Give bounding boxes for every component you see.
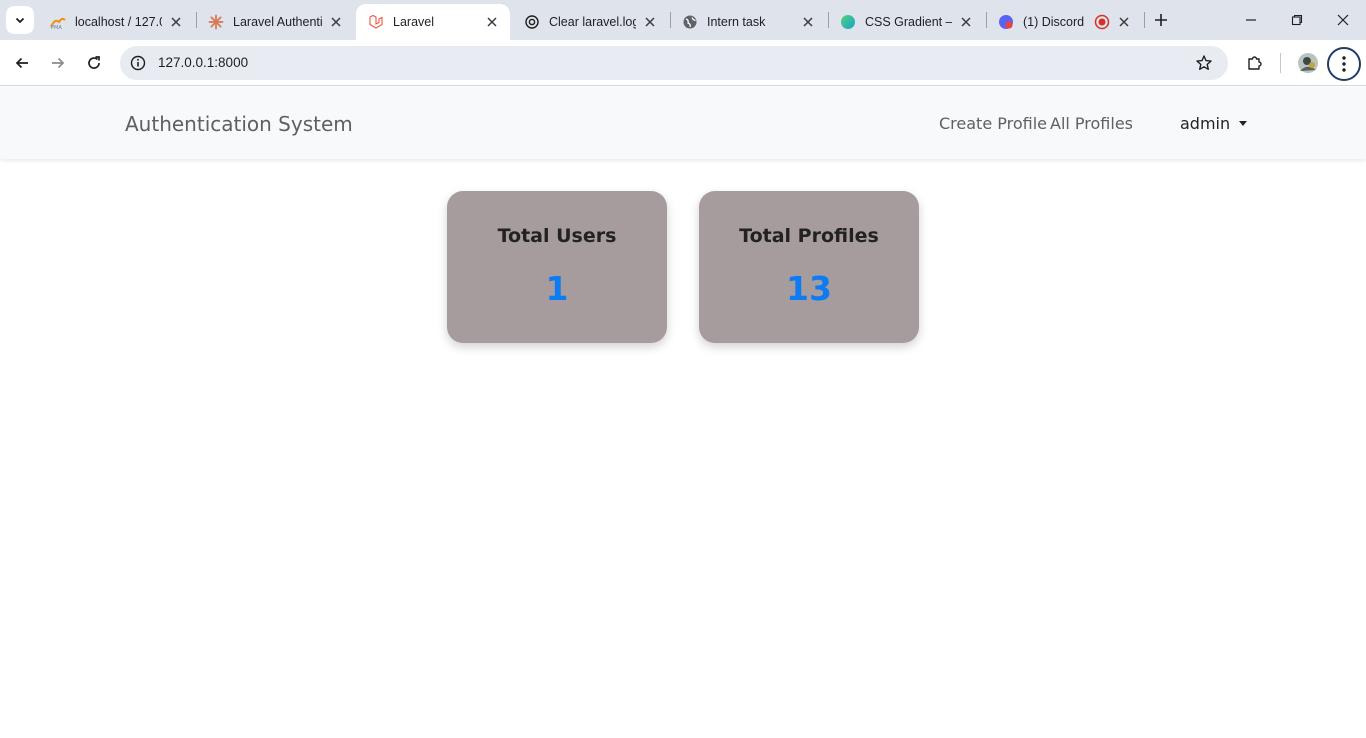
profile-avatar[interactable] — [1294, 49, 1322, 77]
tab-css-gradient[interactable]: CSS Gradient – C — [828, 4, 984, 40]
tab-discord[interactable]: (1) Discord | — [986, 4, 1142, 40]
reload-button[interactable] — [80, 49, 108, 77]
tab-laravel-auth[interactable]: Laravel Authenti — [196, 4, 354, 40]
tab-title: Laravel Authenti — [233, 15, 322, 29]
url-text[interactable]: 127.0.0.1:8000 — [158, 55, 248, 70]
tab-title: localhost / 127.0 — [75, 15, 162, 29]
extensions-button[interactable] — [1241, 49, 1269, 77]
new-tab-button[interactable] — [1150, 8, 1172, 32]
phpmyadmin-icon: PMA — [50, 14, 66, 30]
forward-button[interactable] — [44, 49, 72, 77]
tab-title: Intern task — [707, 15, 766, 29]
more-vertical-icon — [1342, 56, 1346, 72]
tab-separator — [1144, 12, 1145, 28]
app-navbar: Authentication System Create Profile All… — [0, 87, 1366, 159]
caret-down-icon — [1239, 121, 1248, 126]
tab-clear-laravel-log[interactable]: Clear laravel.log — [512, 4, 668, 40]
stat-value: 13 — [786, 269, 832, 308]
restore-icon — [1291, 14, 1303, 26]
claude-icon — [208, 14, 224, 30]
create-profile-link[interactable]: Create Profile — [939, 114, 1047, 133]
stat-label: Total Users — [497, 225, 617, 247]
arrow-left-icon — [15, 57, 28, 69]
close-icon[interactable] — [642, 14, 658, 30]
globe-icon — [682, 14, 698, 30]
gradient-icon — [840, 14, 856, 30]
tab-title: Clear laravel.log — [549, 15, 636, 29]
plus-icon — [1155, 14, 1167, 26]
tab-strip: PMA localhost / 127.0 Laravel Authenti L… — [0, 0, 1366, 40]
address-bar[interactable]: 127.0.0.1:8000 — [120, 46, 1228, 80]
puzzle-icon — [1248, 56, 1262, 70]
restore-button[interactable] — [1274, 0, 1320, 40]
back-button[interactable] — [8, 49, 36, 77]
close-icon[interactable] — [328, 14, 344, 30]
svg-text:PMA: PMA — [51, 25, 62, 30]
close-window-button[interactable] — [1320, 0, 1366, 40]
close-icon[interactable] — [168, 14, 184, 30]
arrow-right-icon — [52, 57, 65, 69]
all-profiles-link[interactable]: All Profiles — [1050, 114, 1133, 133]
tab-title: Laravel — [393, 15, 434, 29]
close-icon[interactable] — [800, 14, 816, 30]
close-icon[interactable] — [484, 14, 500, 30]
tab-search-button[interactable] — [6, 6, 34, 34]
recording-icon — [1094, 14, 1110, 30]
minimize-icon — [1246, 19, 1256, 21]
brand-link[interactable]: Authentication System — [125, 112, 353, 136]
tab-title: (1) Discord | — [1023, 15, 1088, 29]
discord-icon — [998, 14, 1014, 30]
tab-intern-task[interactable]: Intern task — [670, 4, 826, 40]
openai-icon — [524, 14, 540, 30]
stat-label: Total Profiles — [739, 225, 879, 247]
stat-card-total-users: Total Users 1 — [447, 191, 667, 343]
close-icon — [1337, 14, 1349, 26]
avatar-icon — [1298, 53, 1318, 73]
laravel-icon — [368, 14, 384, 30]
tab-laravel[interactable]: Laravel — [356, 4, 510, 40]
minimize-button[interactable] — [1228, 0, 1274, 40]
reload-icon — [88, 56, 100, 69]
browser-menu-button[interactable] — [1327, 47, 1361, 81]
stat-value: 1 — [545, 269, 569, 308]
user-dropdown[interactable]: admin — [1180, 114, 1248, 133]
browser-toolbar: 127.0.0.1:8000 — [0, 40, 1366, 86]
chevron-down-icon — [15, 17, 25, 24]
close-icon[interactable] — [1116, 14, 1132, 30]
toolbar-divider — [1280, 53, 1281, 73]
site-info-icon[interactable] — [128, 53, 148, 73]
tab-phpmyadmin[interactable]: PMA localhost / 127.0 — [38, 4, 194, 40]
close-icon[interactable] — [958, 14, 974, 30]
bookmark-star-icon[interactable] — [1194, 53, 1214, 73]
stat-card-total-profiles: Total Profiles 13 — [699, 191, 919, 343]
user-name: admin — [1180, 114, 1231, 133]
tab-title: CSS Gradient – C — [865, 15, 952, 29]
